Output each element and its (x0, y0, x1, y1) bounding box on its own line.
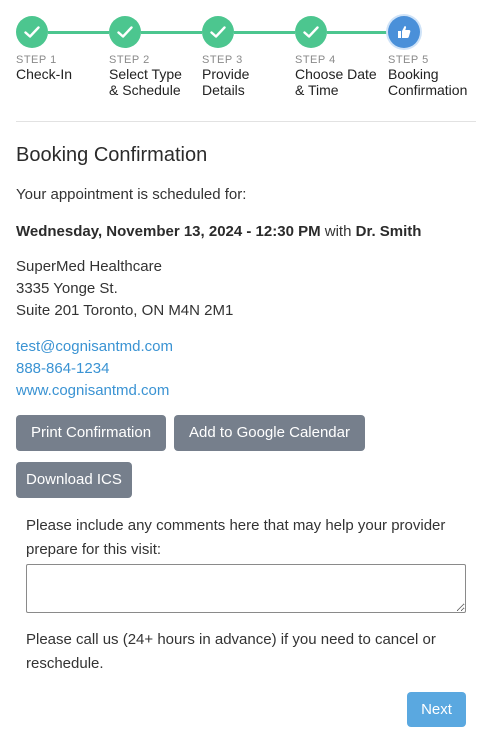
clinic-name: SuperMed Healthcare (16, 258, 162, 275)
step-number: STEP 5 (388, 54, 429, 66)
website-link[interactable]: www.cognisantmd.com (16, 380, 476, 402)
step-title: Choose Date & Time (295, 66, 377, 98)
step-select-type-schedule: STEP 2 Select Type & Schedule (109, 16, 201, 98)
step-title: Check-In (16, 66, 73, 82)
with-text: with (324, 223, 352, 240)
check-icon (24, 26, 40, 38)
step-check-in: STEP 1 Check-In (16, 16, 108, 82)
step-provide-details: STEP 3 Provide Details (202, 16, 294, 98)
next-button[interactable]: Next (407, 692, 466, 727)
comments-section: Please include any comments here that ma… (26, 514, 466, 676)
download-ics-button[interactable]: Download ICS (16, 462, 132, 498)
thumbs-up-icon (398, 26, 411, 38)
step-choose-date-time: STEP 4 Choose Date & Time (295, 16, 387, 98)
add-to-google-calendar-button[interactable]: Add to Google Calendar (174, 415, 365, 451)
step-connector (234, 31, 295, 34)
download-row: Download ICS (16, 462, 476, 498)
step-number: STEP 4 (295, 54, 336, 66)
step-complete-indicator (202, 16, 234, 48)
progress-stepper: STEP 1 Check-In STEP 2 Select Type & Sch… (16, 16, 476, 106)
appointment-intro: Your appointment is scheduled for: (16, 186, 247, 203)
step-complete-indicator (109, 16, 141, 48)
step-complete-indicator (16, 16, 48, 48)
step-number: STEP 3 (202, 54, 243, 66)
step-number: STEP 2 (109, 54, 150, 66)
phone-link[interactable]: 888-864-1234 (16, 358, 476, 380)
clinic-contacts: test@cognisantmd.com 888-864-1234 www.co… (16, 336, 476, 402)
appointment-summary: Wednesday, November 13, 2024 - 12:30 PM … (16, 223, 476, 240)
clinic-address: SuperMed Healthcare 3335 Yonge St. Suite… (16, 256, 476, 322)
step-connector (327, 31, 388, 34)
email-link[interactable]: test@cognisantmd.com (16, 336, 476, 358)
address-line-2: Suite 201 Toronto, ON M4N 2M1 (16, 302, 234, 319)
step-number: STEP 1 (16, 54, 57, 66)
step-connector (141, 31, 202, 34)
print-confirmation-button[interactable]: Print Confirmation (16, 415, 167, 451)
step-current-indicator (388, 16, 420, 48)
provider-name: Dr. Smith (355, 223, 422, 240)
comments-label: Please include any comments here that ma… (26, 517, 446, 558)
page-title: Booking Confirmation (16, 144, 208, 166)
confirmation-panel: Booking Confirmation Your appointment is… (16, 144, 476, 498)
check-icon (210, 26, 226, 38)
cancel-policy-note: Please call us (24+ hours in advance) if… (26, 631, 436, 672)
comments-textarea[interactable] (26, 564, 466, 613)
address-line-1: 3335 Yonge St. (16, 280, 118, 297)
step-title: Select Type & Schedule (109, 66, 182, 98)
step-title: Booking Confirmation (388, 66, 468, 98)
step-booking-confirmation: STEP 5 Booking Confirmation (388, 16, 480, 98)
step-connector (48, 31, 109, 34)
step-title: Provide Details (202, 66, 250, 98)
check-icon (303, 26, 319, 38)
stepper-divider (16, 121, 476, 122)
action-buttons-row: Print Confirmation Add to Google Calendar (16, 415, 476, 451)
check-icon (117, 26, 133, 38)
step-complete-indicator (295, 16, 327, 48)
appointment-datetime: Wednesday, November 13, 2024 - 12:30 PM (16, 223, 321, 240)
